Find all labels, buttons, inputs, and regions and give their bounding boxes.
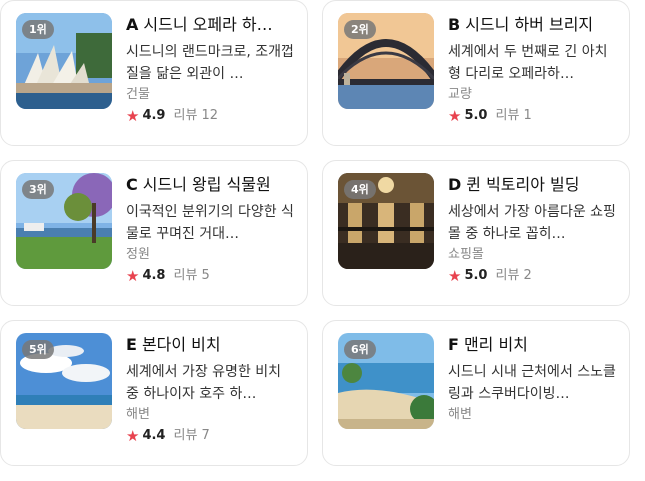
review-count: 리뷰 1 [495,108,532,123]
rank-badge: 4위 [344,180,376,199]
place-name: 맨리 비치 [463,335,528,354]
rating-score: 5.0 [464,268,488,283]
star-icon: ★ [126,107,140,125]
place-rating: ★ 5.0 리뷰 1 [448,106,618,126]
place-marker-letter: E [126,335,137,354]
place-photo-harbour-bridge: 2위 [338,13,434,109]
place-marker-letter: D [448,175,462,194]
place-photo-queen-victoria-building: 4위 [338,173,434,269]
place-card-harbour-bridge[interactable]: 2위 B 시드니 하버 브리지 세계에서 두 번째로 긴 아치형 다리로 오페라하… [322,0,630,146]
place-title[interactable]: F 맨리 비치 [448,333,618,357]
place-title[interactable]: A 시드니 오페라 하… [126,13,296,37]
place-description: 세상에서 가장 아름다운 쇼핑몰 중 하나로 꼽히… [448,204,616,242]
rank-badge: 5위 [22,340,54,359]
place-title[interactable]: D퀸 빅토리아 빌딩 [448,173,618,197]
place-category: 해변 [448,407,472,422]
place-description: 이국적인 분위기의 다양한 식물로 꾸며진 거대… [126,204,294,242]
rank-badge: 1위 [22,20,54,39]
place-description: 시드니의 랜드마크로, 조개껍질을 닮은 외관이 … [126,44,294,82]
place-photo-opera-house: 1위 [16,13,112,109]
star-icon: ★ [448,107,462,125]
place-marker-letter: B [448,15,461,34]
place-rating: ★ 4.4 리뷰 7 [126,426,296,446]
place-photo-manly-beach: 6위 [338,333,434,429]
place-marker-letter: F [448,335,459,354]
place-name: 본다이 비치 [141,335,221,354]
place-name: 시드니 왕립 식물원 [142,175,271,194]
place-card-manly-beach[interactable]: 6위 F 맨리 비치 시드니 시내 근처에서 스노클링과 스쿠버다이빙… 해변 [322,320,630,466]
place-card-queen-victoria-building[interactable]: 4위 D퀸 빅토리아 빌딩 세상에서 가장 아름다운 쇼핑몰 중 하나로 꼽히…… [322,160,630,306]
place-photo-botanic-garden: 3위 [16,173,112,269]
place-photo-bondi-beach: 5위 [16,333,112,429]
place-category: 교량 [448,87,472,102]
rank-badge: 2위 [344,20,376,39]
place-rating: ★ 4.9 리뷰 12 [126,106,296,126]
rating-score: 4.9 [142,108,166,123]
star-icon: ★ [126,427,140,445]
place-description: 시드니 시내 근처에서 스노클링과 스쿠버다이빙… [448,364,616,402]
review-count: 리뷰 5 [173,268,210,283]
place-rating: ★ 4.8 리뷰 5 [126,266,296,286]
place-description: 세계에서 가장 유명한 비치 중 하나이자 호주 하… [126,364,282,402]
review-count: 리뷰 7 [173,428,210,443]
place-name: 시드니 하버 브리지 [465,15,594,34]
place-name: 퀸 빅토리아 빌딩 [466,175,580,194]
place-title[interactable]: C 시드니 왕립 식물원 [126,173,296,197]
place-card-botanic-garden[interactable]: 3위 C 시드니 왕립 식물원 이국적인 분위기의 다양한 식물로 꾸며진 거대…… [0,160,308,306]
review-count: 리뷰 2 [495,268,532,283]
place-title[interactable]: E 본다이 비치 [126,333,296,357]
place-marker-letter: A [126,15,139,34]
rating-score: 4.4 [142,428,166,443]
place-marker-letter: C [126,175,138,194]
place-category: 쇼핑몰 [448,247,484,262]
place-category: 해변 [126,407,150,422]
rating-score: 4.8 [142,268,166,283]
place-name: 시드니 오페라 하… [143,15,273,34]
rank-badge: 3위 [22,180,54,199]
place-category: 건물 [126,87,150,102]
rating-score: 5.0 [464,108,488,123]
place-card-opera-house[interactable]: 1위 A 시드니 오페라 하… 시드니의 랜드마크로, 조개껍질을 닮은 외관이 … [0,0,308,146]
place-description: 세계에서 두 번째로 긴 아치형 다리로 오페라하… [448,44,608,82]
star-icon: ★ [448,267,462,285]
review-count: 리뷰 12 [173,108,219,123]
star-icon: ★ [126,267,140,285]
place-category: 정원 [126,247,150,262]
place-rating: ★ 5.0 리뷰 2 [448,266,618,286]
rank-badge: 6위 [344,340,376,359]
place-card-bondi-beach[interactable]: 5위 E 본다이 비치 세계에서 가장 유명한 비치 중 하나이자 호주 하… 해… [0,320,308,466]
place-title[interactable]: B 시드니 하버 브리지 [448,13,618,37]
